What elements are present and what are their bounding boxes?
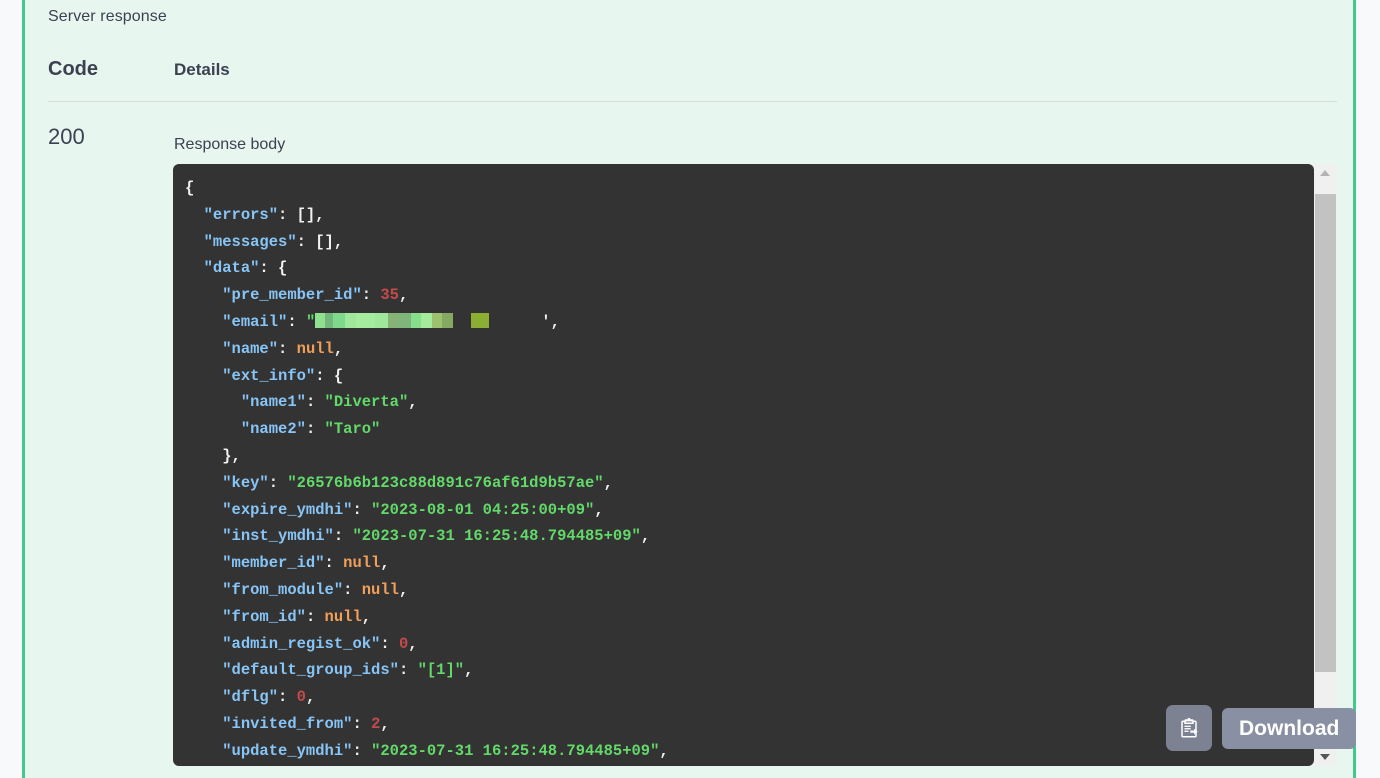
response-body-json: { "errors": [], "messages": [], "data": … [173, 164, 669, 765]
code-line: "name2": "Taro" [240, 420, 381, 439]
code-line: "ext_info": { [222, 366, 344, 385]
status-code-value: 200 [48, 124, 85, 149]
code-line: "update_ymdhi": "2023-07-31 16:25:48.794… [222, 741, 669, 760]
server-response-title: Server response [48, 8, 167, 25]
code-line: "admin_regist_ok": 0, [222, 634, 418, 653]
code-line: "member_id": null, [222, 554, 390, 573]
response-body-code-block[interactable]: { "errors": [], "messages": [], "data": … [173, 164, 1314, 766]
code-line: "name": null, [222, 339, 344, 358]
code-line: }, [185, 446, 241, 465]
code-line: "invited_from": 2, [222, 714, 390, 733]
code-line: "messages": [], [203, 232, 344, 251]
code-line: "inst_ymdhi": "2023-07-31 16:25:48.79448… [222, 527, 651, 546]
response-body-label: Response body [174, 136, 286, 153]
code-line: "expire_ymdhi": "2023-08-01 04:25:00+09"… [222, 500, 604, 519]
code-line: "default_group_ids": "[1]", [222, 661, 474, 680]
scroll-up-arrow-icon[interactable] [1314, 164, 1337, 182]
code-line: "dflg": 0, [222, 688, 316, 707]
response-body-scrollbar[interactable] [1314, 164, 1337, 766]
code-line: "name1": "Diverta", [240, 393, 418, 412]
column-header-code: Code [48, 58, 98, 80]
server-response-panel: Server response Code Details 200 Respons… [22, 0, 1357, 778]
code-line: "from_module": null, [222, 580, 409, 599]
code-line: "errors": [], [203, 205, 325, 224]
code-line: "key": "26576b6b123c88d891c76af61d9b57ae… [222, 473, 613, 492]
download-button[interactable]: Download [1222, 708, 1357, 749]
response-body-container: { "errors": [], "messages": [], "data": … [173, 164, 1357, 766]
code-line: "data": { [203, 259, 288, 278]
response-table-header: Code Details [48, 58, 1337, 102]
code-line: { [185, 179, 195, 197]
column-header-details: Details [174, 60, 230, 79]
redacted-email-value [315, 313, 541, 329]
code-line: "email": " ', [222, 312, 560, 331]
scroll-down-arrow-icon[interactable] [1314, 748, 1337, 766]
code-line: "pre_member_id": 35, [222, 286, 409, 305]
code-line: "from_id": null, [222, 607, 372, 626]
scrollbar-thumb[interactable] [1315, 194, 1336, 672]
copy-to-clipboard-button[interactable] [1166, 705, 1212, 751]
